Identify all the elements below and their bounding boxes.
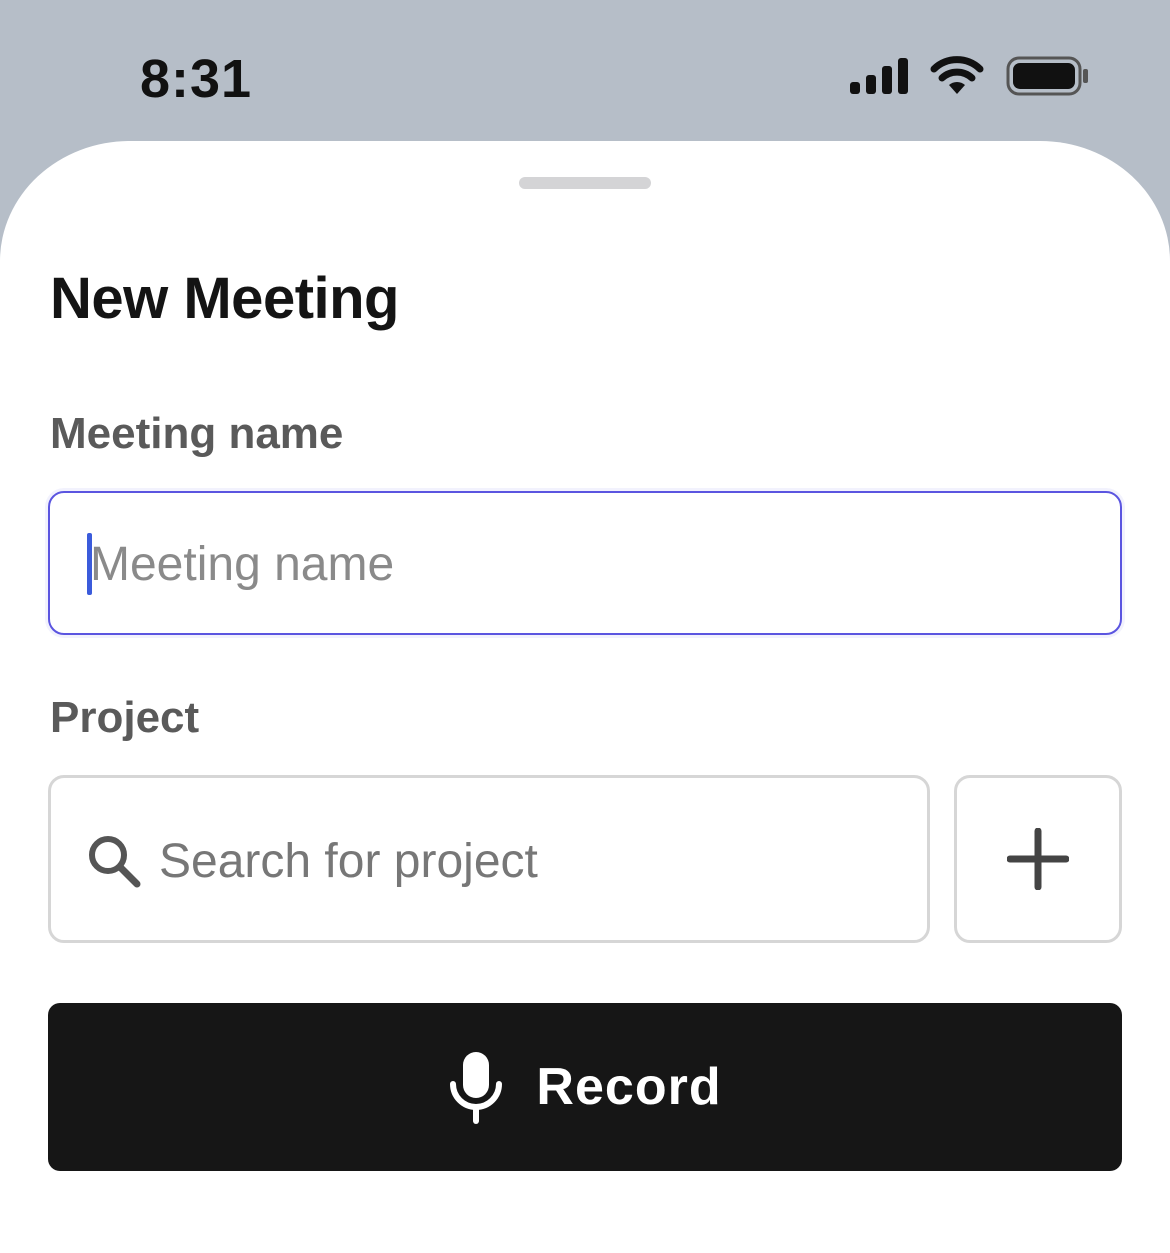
sheet-grabber[interactable]	[519, 177, 651, 189]
record-button-label: Record	[536, 1058, 722, 1116]
project-search-placeholder: Search for project	[159, 835, 538, 888]
battery-icon	[1006, 56, 1088, 96]
signal-icon	[850, 58, 908, 94]
microphone-icon	[450, 1052, 503, 1124]
page-title: New Meeting	[50, 266, 400, 331]
record-button[interactable]: Record	[48, 1003, 1122, 1171]
wifi-icon	[930, 56, 984, 94]
status-bar: 8:31	[0, 0, 1170, 142]
project-search-input[interactable]: Search for project	[48, 775, 930, 943]
plus-icon	[1007, 828, 1069, 890]
project-label: Project	[50, 693, 200, 742]
add-project-button[interactable]	[954, 775, 1122, 943]
search-icon	[89, 836, 141, 888]
status-icons	[850, 56, 1090, 96]
status-time: 8:31	[140, 49, 253, 109]
meeting-name-input[interactable]: Meeting name	[48, 491, 1122, 635]
meeting-name-placeholder: Meeting name	[90, 538, 395, 591]
new-meeting-sheet: New Meeting Meeting name Meeting name Pr…	[0, 141, 1170, 1253]
meeting-name-label: Meeting name	[50, 409, 344, 458]
